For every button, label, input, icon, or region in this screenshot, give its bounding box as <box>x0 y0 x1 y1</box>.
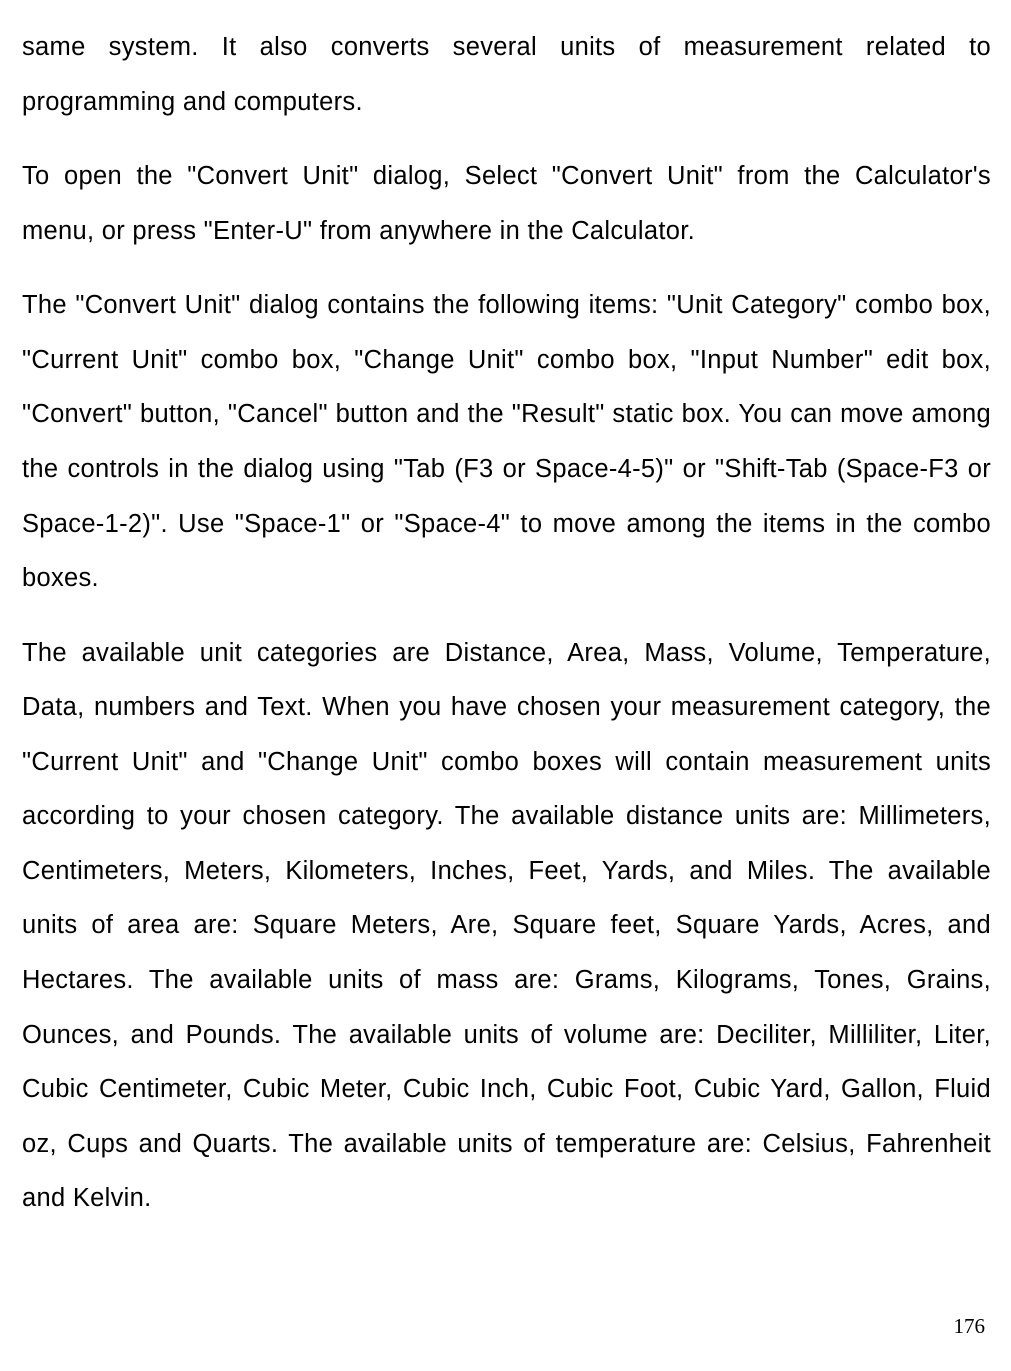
paragraph-2: To open the "Convert Unit" dialog, Selec… <box>22 149 991 258</box>
paragraph-3: The "Convert Unit" dialog contains the f… <box>22 278 991 605</box>
paragraph-1: same system. It also converts several un… <box>22 20 991 129</box>
paragraph-4: The available unit categories are Distan… <box>22 626 991 1226</box>
page-number: 176 <box>954 1314 986 1339</box>
document-content: same system. It also converts several un… <box>0 0 1011 1226</box>
